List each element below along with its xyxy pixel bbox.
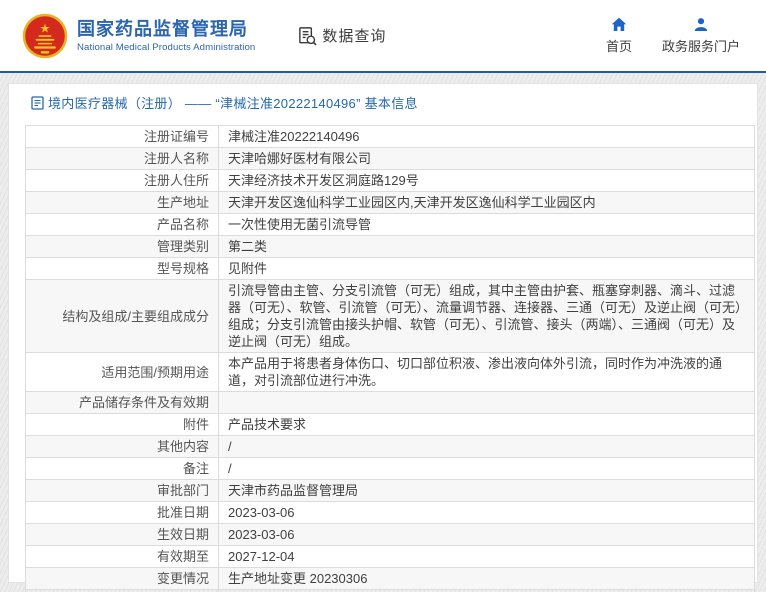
row-value: 见附件 xyxy=(218,257,755,280)
row-value: 生产地址变更 20230306 xyxy=(218,567,755,590)
table-row: 注册证编号 津械注准20222140496 xyxy=(25,125,755,148)
row-label: 备注 xyxy=(25,457,219,480)
site-header: ★ 国家药品监督管理局 National Medical Products Ad… xyxy=(0,0,766,71)
row-label: 批准日期 xyxy=(25,501,219,524)
row-label: 注册人名称 xyxy=(25,147,219,170)
row-label-text: 管理类别 xyxy=(156,239,209,254)
row-label: 适用范围/预期用途 xyxy=(25,352,219,392)
row-label: 有效期至 xyxy=(25,545,219,568)
brand-text: 国家药品监督管理局 National Medical Products Admi… xyxy=(77,18,255,53)
home-icon xyxy=(611,17,627,31)
row-label-text: 批准日期 xyxy=(156,505,209,520)
doc-search-icon xyxy=(299,26,318,45)
table-row: 生产地址 天津开发区逸仙科学工业园区内,天津开发区逸仙科学工业园区内 xyxy=(25,191,755,214)
data-query-link[interactable]: 数据查询 xyxy=(297,25,386,47)
row-value: 2027-12-04 xyxy=(218,545,755,568)
row-label-text: 生产地址 xyxy=(156,195,209,210)
row-value: / xyxy=(218,435,755,458)
nav-home-label: 首页 xyxy=(605,38,632,54)
row-label-text: 产品储存条件及有效期 xyxy=(78,395,209,410)
row-value: 产品技术要求 xyxy=(218,413,755,436)
row-value: 2023-03-06 xyxy=(218,501,755,524)
table-row: 产品名称 一次性使用无菌引流导管 xyxy=(25,213,755,236)
table-row: 管理类别 第二类 xyxy=(25,235,755,258)
row-label-text: 注册人名称 xyxy=(143,151,209,166)
row-label-text: 变更情况 xyxy=(156,571,209,586)
nav-portal[interactable]: 政务服务门户 xyxy=(662,17,740,55)
row-label-text: 生效日期 xyxy=(156,527,209,542)
table-row: 变更情况 生产地址变更 20230306 xyxy=(25,567,755,590)
breadcrumb-text: 境内医疗器械（注册） —— “津械注准20222140496” 基本信息 xyxy=(48,96,418,111)
breadcrumb: 境内医疗器械（注册） —— “津械注准20222140496” 基本信息 xyxy=(9,84,757,112)
row-value: 津械注准20222140496 xyxy=(218,125,755,148)
row-label: 变更情况 xyxy=(25,567,219,590)
table-row: 型号规格 见附件 xyxy=(25,257,755,280)
row-value: 天津开发区逸仙科学工业园区内,天津开发区逸仙科学工业园区内 xyxy=(218,191,755,214)
table-row: 审批部门 天津市药品监督管理局 xyxy=(25,479,755,502)
row-label: 注册人住所 xyxy=(25,169,219,192)
row-value: 天津哈娜好医材有限公司 xyxy=(218,147,755,170)
site-subtitle: National Medical Products Administration xyxy=(77,42,256,53)
table-row: 附件 产品技术要求 xyxy=(25,413,755,436)
row-label: 其他内容 xyxy=(25,435,219,458)
table-row: 结构及组成/主要组成成分 引流导管由主管、分支引流管（可无）组成，其中主管由护套、… xyxy=(25,279,755,353)
table-row: 其他内容 / xyxy=(25,435,755,458)
table-row: 注册人名称 天津哈娜好医材有限公司 xyxy=(25,147,755,170)
table-row: 备注 / xyxy=(25,457,755,480)
page-root: ★ 国家药品监督管理局 National Medical Products Ad… xyxy=(0,0,766,592)
table-row: 注册人住所 天津经济技术开发区洞庭路129号 xyxy=(25,169,755,192)
top-nav: 首页 政务服务门户 xyxy=(606,17,740,55)
nav-portal-label: 政务服务门户 xyxy=(661,38,740,54)
row-label-text: 备注 xyxy=(182,461,209,476)
row-value: 引流导管由主管、分支引流管（可无）组成，其中主管由护套、瓶塞穿刺器、滴斗、过滤器… xyxy=(218,279,755,353)
row-label: 附件 xyxy=(25,413,219,436)
row-label: 生效日期 xyxy=(25,523,219,546)
row-value: 天津市药品监督管理局 xyxy=(218,479,755,502)
row-value xyxy=(218,391,755,414)
row-value: 天津经济技术开发区洞庭路129号 xyxy=(218,169,755,192)
nav-home[interactable]: 首页 xyxy=(606,17,632,55)
row-label-text: 结构及组成/主要组成成分 xyxy=(62,308,209,324)
info-table-body: 注册证编号 津械注准20222140496 注册人名称 天津哈娜好医材有限公司 注册人住… xyxy=(25,125,755,592)
row-label-text: 有效期至 xyxy=(156,549,209,564)
content-background: 境内医疗器械（注册） —— “津械注准20222140496” 基本信息 注册证… xyxy=(0,73,766,592)
svg-text:★: ★ xyxy=(40,21,51,35)
table-row: 产品储存条件及有效期 xyxy=(25,391,755,414)
row-value: 2023-03-06 xyxy=(218,523,755,546)
national-emblem-icon: ★ xyxy=(22,13,68,58)
site-logo[interactable]: ★ 国家药品监督管理局 National Medical Products Ad… xyxy=(22,13,255,59)
row-value: 本产品用于将患者身体伤口、切口部位积液、渗出液向体外引流，同时作为冲洗液的通道，… xyxy=(218,352,755,392)
row-label-text: 注册证编号 xyxy=(143,129,209,144)
row-label-text: 型号规格 xyxy=(156,261,209,276)
row-label-text: 注册人住所 xyxy=(143,173,209,188)
row-label-text: 附件 xyxy=(182,417,209,432)
user-icon xyxy=(694,17,708,31)
row-label: 产品储存条件及有效期 xyxy=(25,391,219,414)
row-value: / xyxy=(218,457,755,480)
row-label: 注册证编号 xyxy=(25,125,219,148)
row-label: 产品名称 xyxy=(25,213,219,236)
row-label-text: 其他内容 xyxy=(156,439,209,454)
table-row: 生效日期 2023-03-06 xyxy=(25,523,755,546)
table-row: 批准日期 2023-03-06 xyxy=(25,501,755,524)
row-label: 生产地址 xyxy=(25,191,219,214)
table-row: 有效期至 2027-12-04 xyxy=(25,545,755,568)
row-label: 管理类别 xyxy=(25,235,219,258)
row-label: 审批部门 xyxy=(25,479,219,502)
row-value: 第二类 xyxy=(218,235,755,258)
row-label-text: 产品名称 xyxy=(156,217,209,232)
row-label-text: 适用范围/预期用途 xyxy=(101,364,209,380)
table-row: 适用范围/预期用途 本产品用于将患者身体伤口、切口部位积液、渗出液向体外引流，同时… xyxy=(25,352,755,392)
data-query-label: 数据查询 xyxy=(322,28,387,45)
content-card: 境内医疗器械（注册） —— “津械注准20222140496” 基本信息 注册证… xyxy=(8,83,758,592)
row-label: 结构及组成/主要组成成分 xyxy=(25,279,219,353)
row-label-text: 审批部门 xyxy=(156,483,209,498)
site-title: 国家药品监督管理局 xyxy=(77,19,248,39)
document-icon xyxy=(31,95,44,110)
info-table: 注册证编号 津械注准20222140496 注册人名称 天津哈娜好医材有限公司 注册人住… xyxy=(25,125,755,592)
row-value: 一次性使用无菌引流导管 xyxy=(218,213,755,236)
row-label: 型号规格 xyxy=(25,257,219,280)
